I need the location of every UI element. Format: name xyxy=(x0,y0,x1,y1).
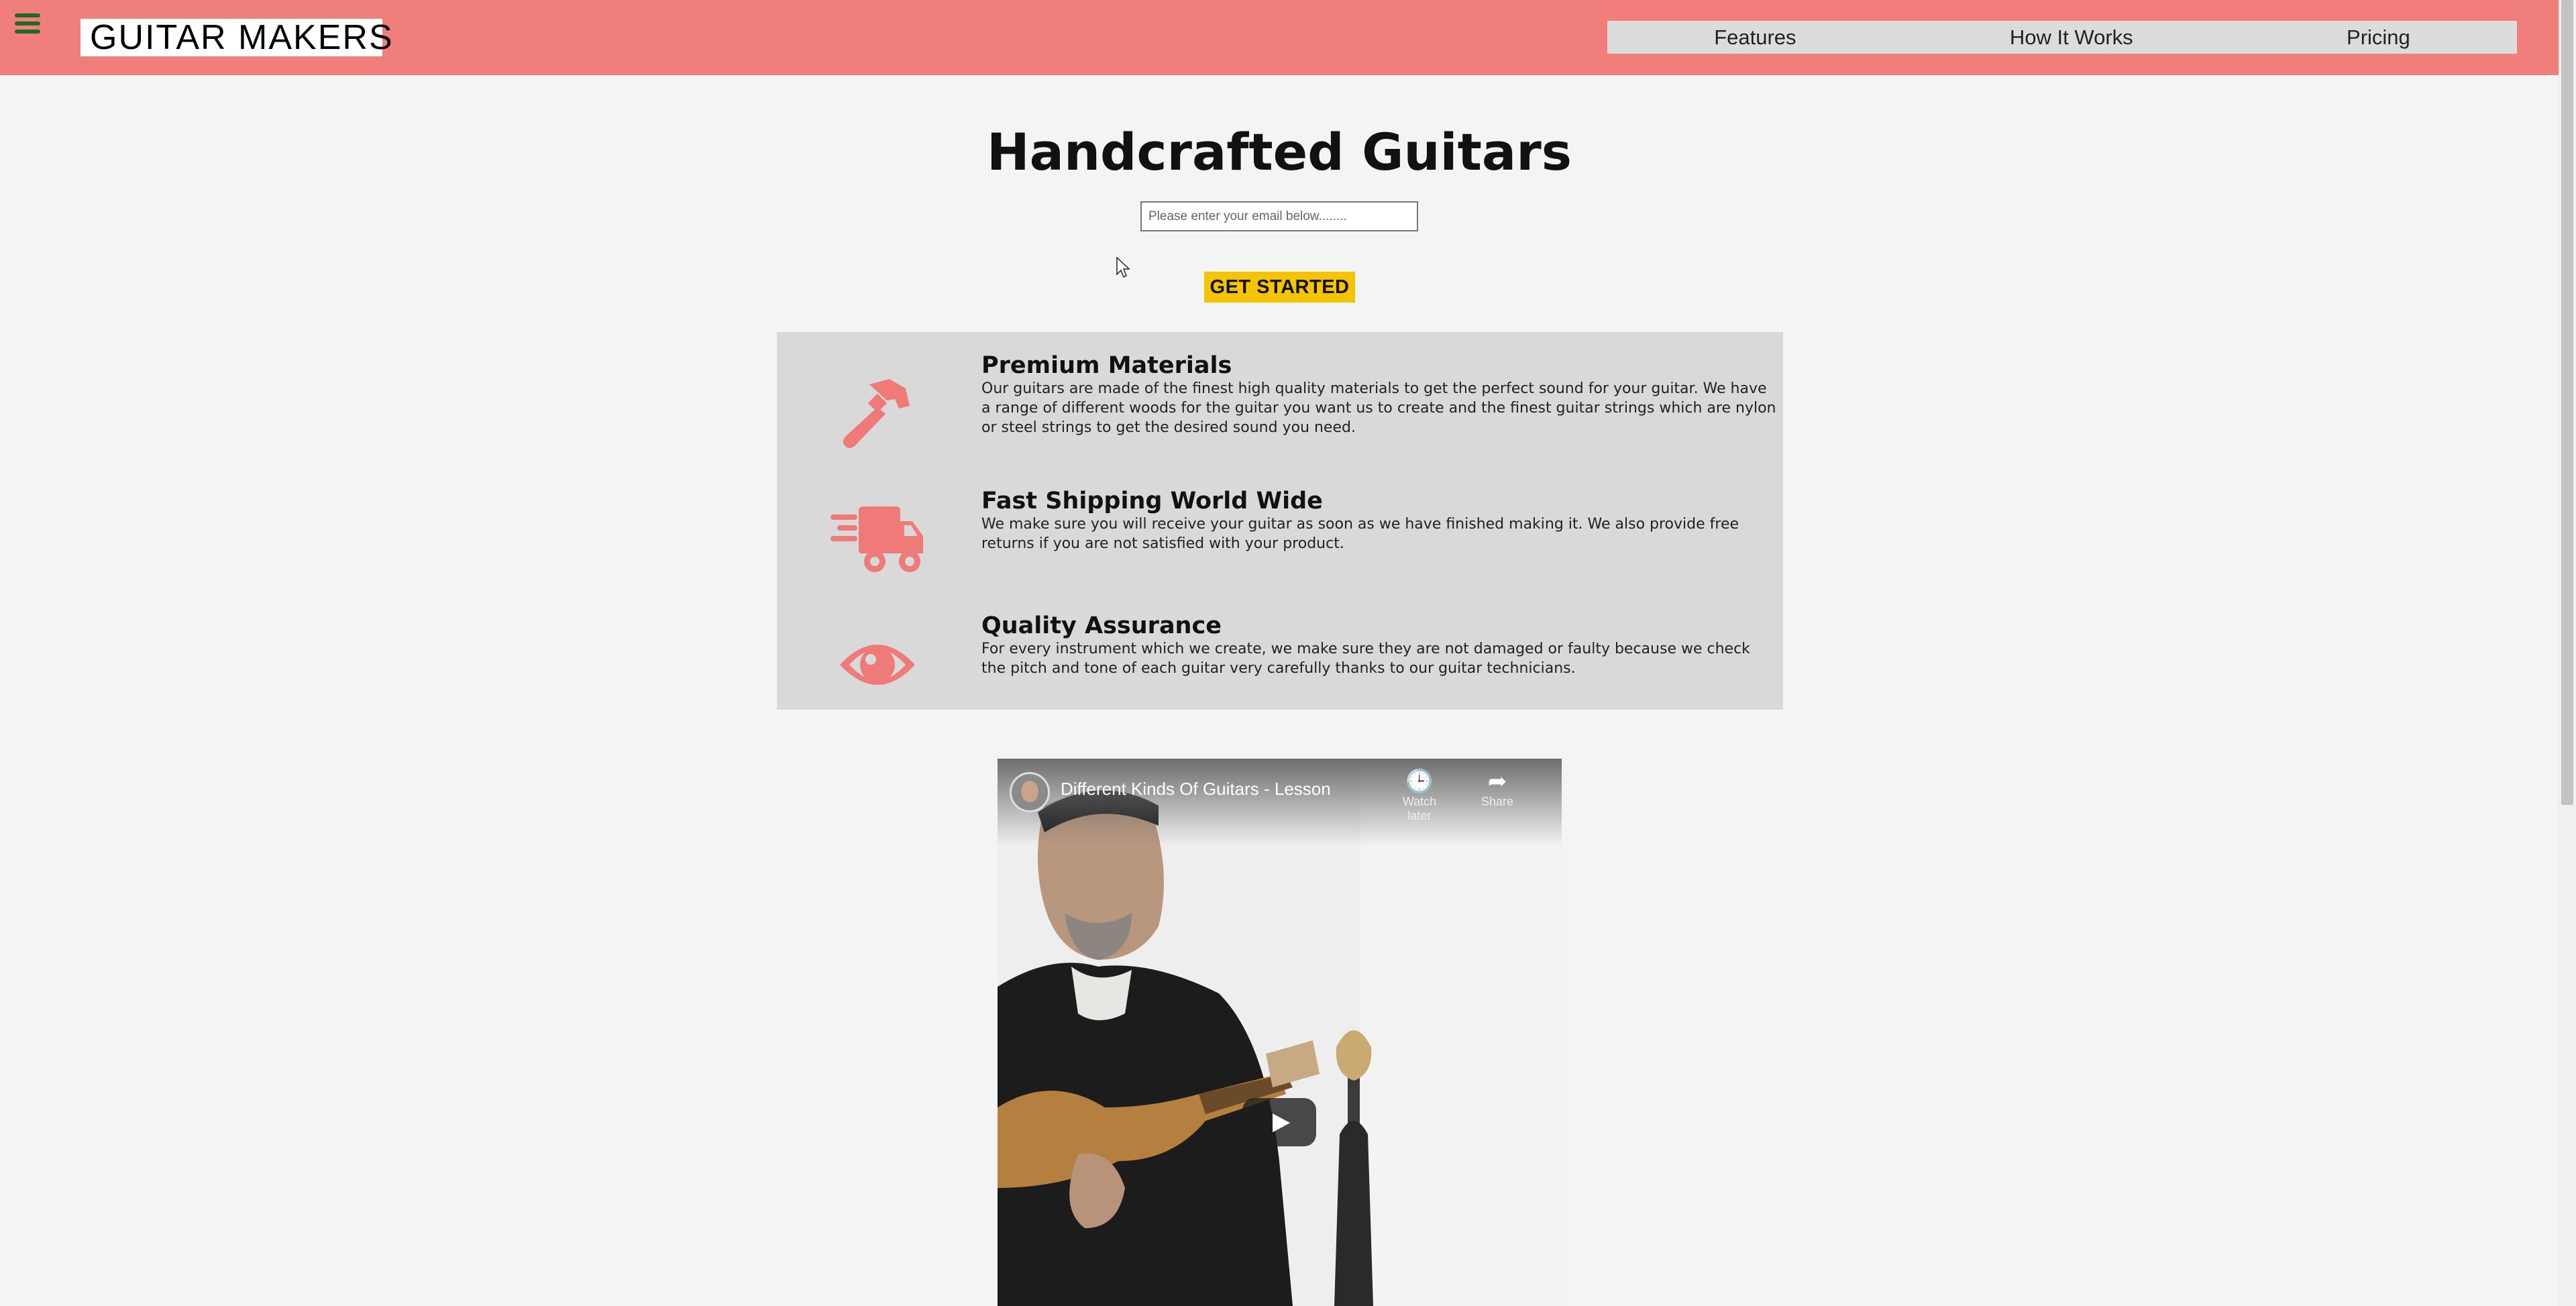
features-panel: Premium Materials Our guitars are made o… xyxy=(777,332,1783,710)
play-icon[interactable] xyxy=(1242,1098,1316,1146)
mouse-cursor-icon xyxy=(1116,257,1130,278)
feature-title: Premium Materials xyxy=(981,352,1232,379)
scrollbar-thumb[interactable] xyxy=(2561,0,2573,805)
site-logo[interactable]: GUITAR MAKERS xyxy=(80,19,392,56)
hero-title: Handcrafted Guitars xyxy=(987,122,1572,182)
hamburger-icon[interactable] xyxy=(13,11,42,36)
share-button[interactable]: ➦ Share xyxy=(1467,768,1527,809)
feature-description: We make sure you will receive your guita… xyxy=(981,516,1739,552)
clock-icon: 🕒 xyxy=(1405,769,1434,794)
share-arrow-icon: ➦ xyxy=(1487,769,1507,794)
get-started-button[interactable]: GET STARTED xyxy=(1204,272,1355,303)
channel-avatar[interactable] xyxy=(1010,772,1050,812)
feature-title: Quality Assurance xyxy=(981,612,1222,639)
nav-how-it-works[interactable]: How It Works xyxy=(2010,25,2133,50)
feature-description: For every instrument which we create, we… xyxy=(981,641,1750,677)
nav-features[interactable]: Features xyxy=(1714,25,1796,50)
watch-later-button[interactable]: 🕒 Watch later xyxy=(1389,768,1450,823)
site-header: GUITAR MAKERS Features How It Works Pric… xyxy=(0,0,2559,75)
eye-icon xyxy=(840,645,915,685)
nav-pricing[interactable]: Pricing xyxy=(2347,25,2410,50)
feature-title: Fast Shipping World Wide xyxy=(981,488,1323,514)
video-title[interactable]: Different Kinds Of Guitars - Lesson xyxy=(1061,779,1331,800)
email-input[interactable] xyxy=(1140,201,1418,231)
feature-description: Our guitars are made of the finest high … xyxy=(981,380,1776,436)
main-nav: Features How It Works Pricing xyxy=(1607,21,2517,54)
video-player[interactable]: Different Kinds Of Guitars - Lesson 🕒 Wa… xyxy=(998,759,1562,1306)
hammer-icon xyxy=(843,379,910,448)
shipping-truck-icon xyxy=(830,506,923,572)
